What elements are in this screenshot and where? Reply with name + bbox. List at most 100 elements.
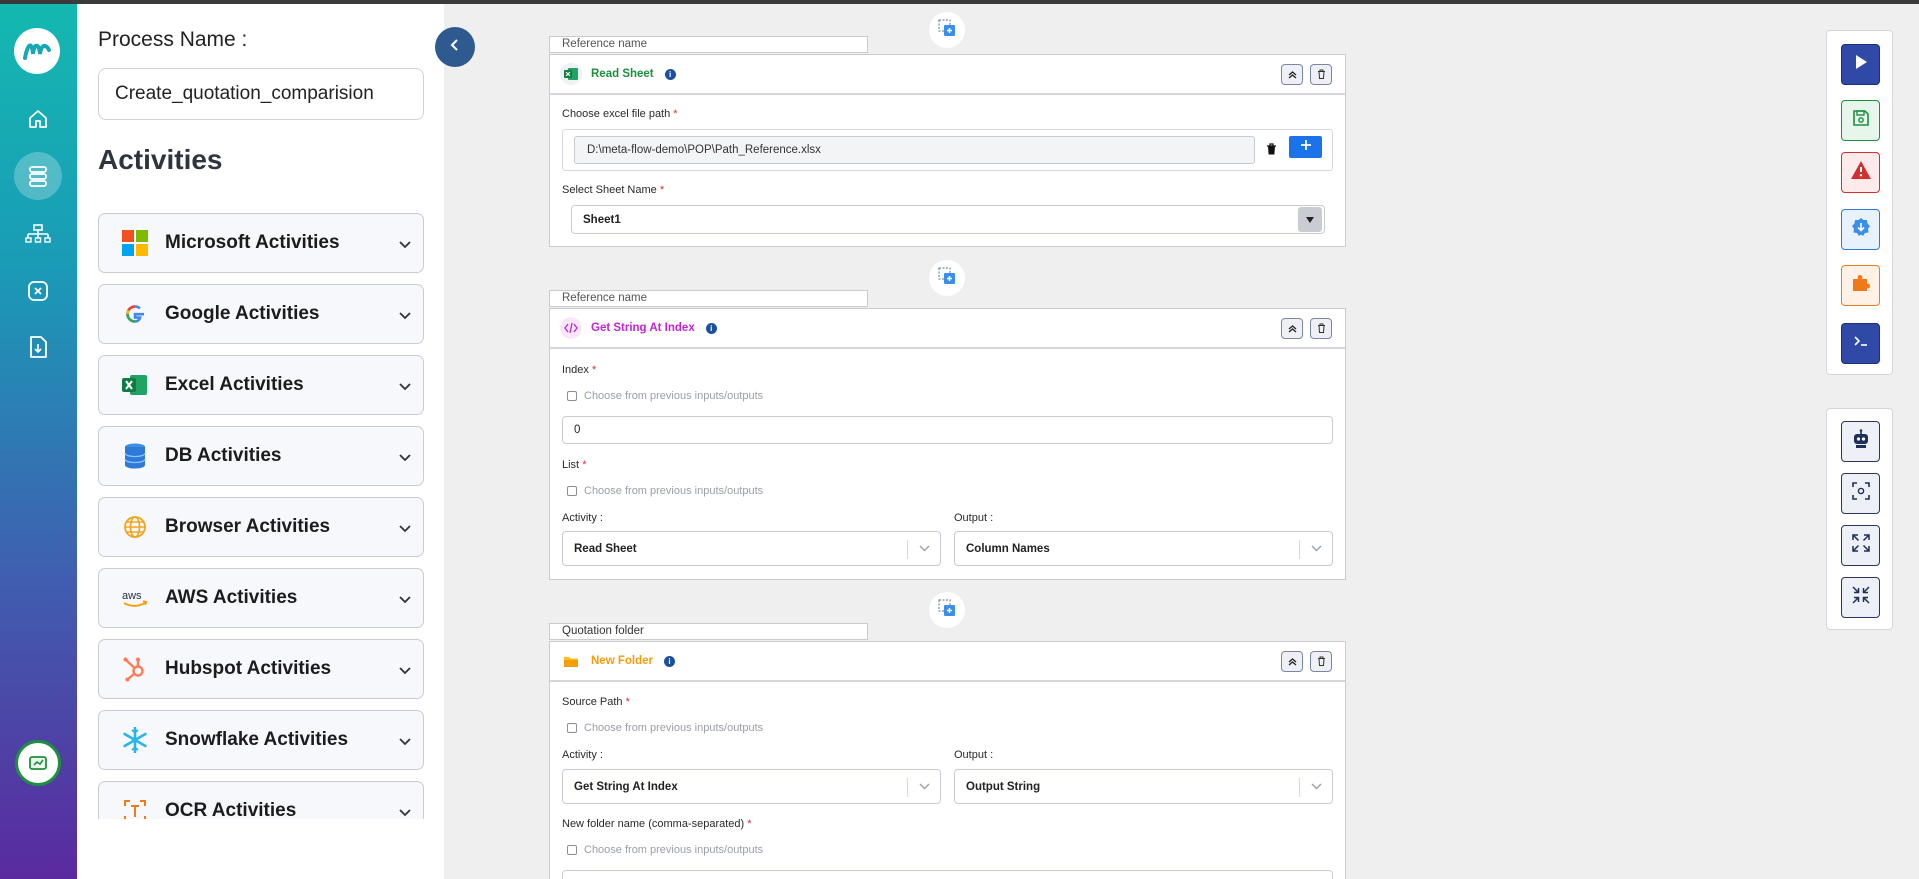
add-step-connector[interactable] (929, 260, 965, 296)
plugins-button[interactable] (1841, 265, 1880, 306)
file-path-input[interactable]: D:\meta-flow-demo\POP\Path_Reference.xls… (574, 136, 1255, 164)
excel-icon (560, 63, 582, 85)
previous-io-checkbox[interactable]: Choose from previous inputs/outputs (567, 390, 763, 402)
download-file-icon[interactable] (19, 328, 57, 366)
category-snowflake[interactable]: Snowflake Activities (98, 710, 424, 770)
trash-icon (1317, 653, 1326, 671)
folder-name-input[interactable] (562, 870, 1333, 879)
chevron-down-icon[interactable] (399, 662, 411, 680)
app-logo-icon[interactable] (14, 28, 60, 74)
chevron-down-icon[interactable] (919, 781, 930, 793)
chevron-down-icon[interactable] (399, 520, 411, 538)
info-icon[interactable]: i (663, 655, 675, 667)
field-label: Index * (562, 364, 597, 376)
expand-button[interactable] (1841, 525, 1880, 566)
output-select[interactable]: Output String (954, 769, 1333, 804)
card-header: New Folder i (550, 642, 1345, 682)
focus-icon (1851, 482, 1870, 505)
checkbox[interactable] (567, 391, 577, 401)
category-ocr[interactable]: OCR Activities (98, 781, 424, 819)
collapse-card-button[interactable] (1281, 64, 1303, 85)
info-icon[interactable]: i (664, 68, 676, 80)
reference-name-input[interactable]: Reference name (549, 290, 868, 307)
run-button[interactable] (1841, 44, 1880, 85)
category-google[interactable]: Google Activities (98, 284, 424, 344)
double-chevron-up-icon (1288, 320, 1297, 338)
chevron-down-icon[interactable] (399, 307, 411, 325)
activities-panel: Process Name : Create_quotation_comparis… (77, 4, 444, 879)
chevron-down-icon[interactable] (399, 236, 411, 254)
card-header: Read Sheet i (550, 55, 1345, 95)
home-icon[interactable] (19, 100, 57, 138)
process-name-input[interactable]: Create_quotation_comparision (98, 68, 424, 120)
field-label: List * (562, 459, 587, 471)
chevron-down-icon[interactable] (919, 543, 930, 555)
collapse-card-button[interactable] (1281, 318, 1303, 339)
download-button[interactable] (1841, 209, 1880, 250)
category-aws[interactable]: aws AWS Activities (98, 568, 424, 628)
chevron-down-icon[interactable] (399, 378, 411, 396)
category-hubspot[interactable]: Hubspot Activities (98, 639, 424, 699)
chevron-down-icon[interactable] (1311, 543, 1322, 555)
add-step-connector[interactable] (929, 12, 965, 48)
read-sheet-card: Read Sheet i Choose excel file path * D:… (549, 54, 1346, 247)
play-icon (1853, 53, 1869, 76)
delete-card-button[interactable] (1310, 651, 1332, 672)
chevron-down-icon[interactable] (399, 449, 411, 467)
paste-step-icon (938, 18, 956, 42)
add-step-connector[interactable] (929, 592, 965, 628)
category-microsoft[interactable]: Microsoft Activities (98, 213, 424, 273)
category-browser[interactable]: Browser Activities (98, 497, 424, 557)
reference-name-input[interactable]: Quotation folder (549, 623, 868, 640)
field-label: Source Path * (562, 696, 630, 708)
svg-text:aws: aws (122, 590, 142, 602)
save-button[interactable] (1841, 100, 1880, 141)
previous-io-checkbox[interactable]: Choose from previous inputs/outputs (567, 485, 763, 497)
trash-icon (1317, 66, 1326, 84)
delete-card-button[interactable] (1310, 318, 1332, 339)
close-square-icon[interactable] (19, 272, 57, 310)
sheet-name-select[interactable]: Sheet1 (571, 205, 1325, 234)
activity-select[interactable]: Get String At Index (562, 769, 941, 804)
chevron-down-icon[interactable] (399, 733, 411, 751)
chevron-down-icon[interactable] (399, 591, 411, 609)
chevron-down-icon[interactable] (1311, 781, 1322, 793)
category-label: Excel Activities (165, 374, 304, 395)
bot-button[interactable] (1841, 421, 1880, 462)
reference-name-input[interactable]: Reference name (549, 36, 868, 53)
collapse-button[interactable] (1841, 577, 1880, 618)
previous-io-checkbox[interactable]: Choose from previous inputs/outputs (567, 722, 763, 734)
collapse-panel-button[interactable] (435, 27, 475, 67)
previous-io-checkbox[interactable]: Choose from previous inputs/outputs (567, 844, 763, 856)
chevron-down-icon[interactable] (399, 804, 411, 819)
add-file-button[interactable] (1289, 136, 1322, 158)
warning-icon (1850, 160, 1872, 185)
folder-icon (560, 650, 582, 672)
bot-status-icon[interactable] (15, 740, 61, 786)
output-select[interactable]: Column Names (954, 531, 1333, 566)
category-excel[interactable]: Excel Activities (98, 355, 424, 415)
activity-select[interactable]: Read Sheet (562, 531, 941, 566)
warnings-button[interactable] (1841, 152, 1880, 193)
fit-view-button[interactable] (1841, 473, 1880, 514)
index-input[interactable]: 0 (562, 416, 1333, 444)
workflow-builder-icon[interactable] (14, 152, 62, 200)
category-db[interactable]: DB Activities (98, 426, 424, 486)
info-icon[interactable]: i (705, 322, 717, 334)
terminal-button[interactable] (1841, 323, 1880, 364)
collapse-card-button[interactable] (1281, 651, 1303, 672)
checkbox[interactable] (567, 845, 577, 855)
hierarchy-icon[interactable] (19, 215, 57, 253)
paste-step-icon (938, 598, 956, 622)
database-icon (121, 442, 149, 470)
trash-icon[interactable] (1266, 142, 1277, 160)
category-label: DB Activities (165, 445, 282, 466)
checkbox[interactable] (567, 723, 577, 733)
triangle-down-icon[interactable] (1298, 207, 1322, 232)
double-chevron-up-icon (1288, 653, 1297, 671)
get-string-card: Get String At Index i Index * Choose fro… (549, 308, 1346, 580)
delete-card-button[interactable] (1310, 64, 1332, 85)
download-badge-icon (1851, 217, 1871, 242)
field-label: New folder name (comma-separated) * (562, 818, 752, 830)
checkbox[interactable] (567, 486, 577, 496)
